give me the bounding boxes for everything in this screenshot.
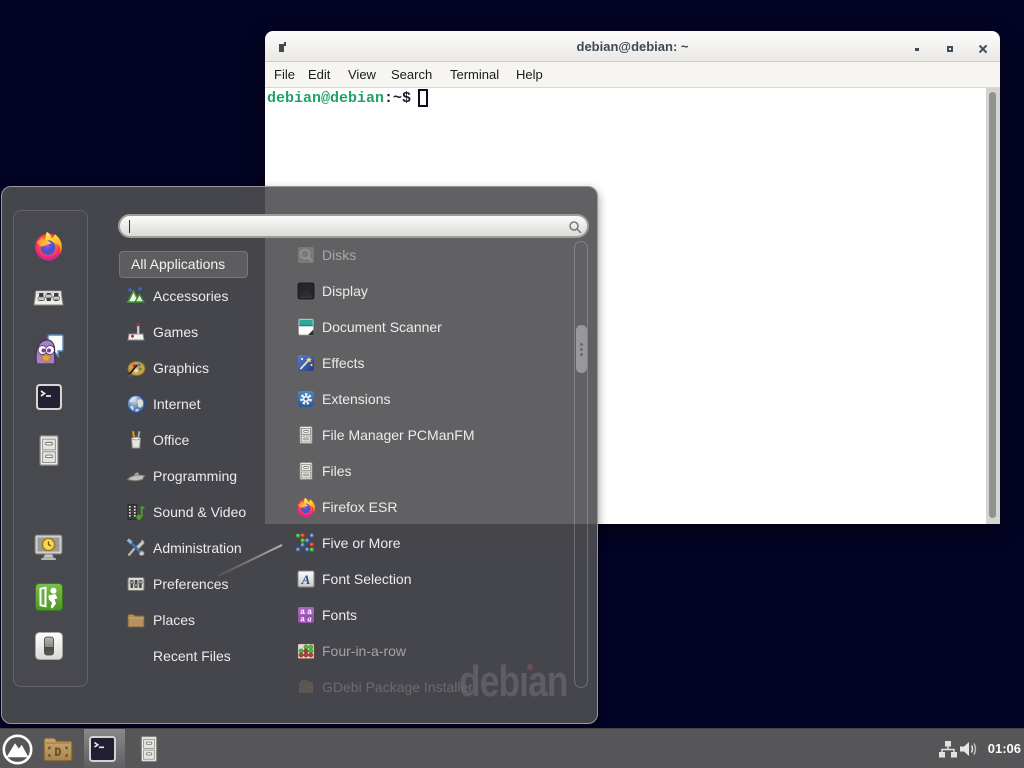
svg-text:a: a (308, 615, 312, 624)
svg-text:A: A (301, 572, 311, 587)
svg-text:a: a (300, 615, 305, 624)
